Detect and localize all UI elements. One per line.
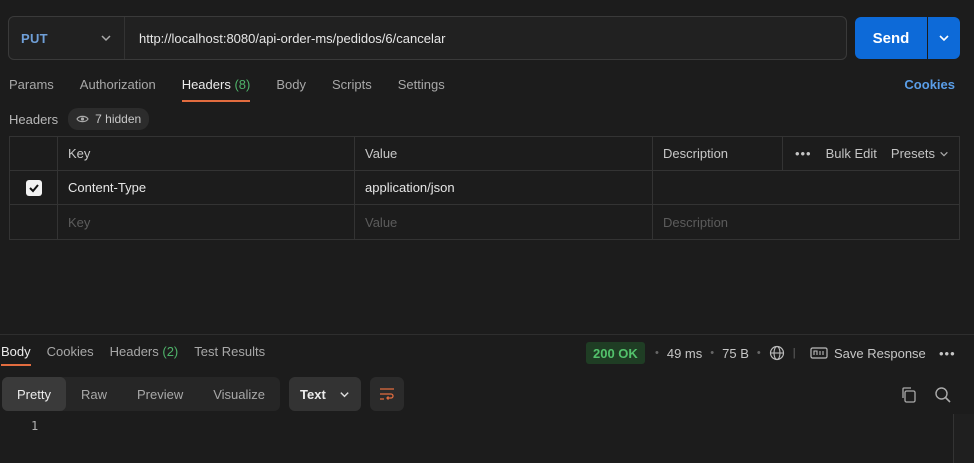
select-column-header	[10, 137, 58, 170]
separator-dot: •	[710, 347, 715, 359]
headers-section-title: Headers	[9, 111, 59, 127]
headers-label-row: Headers 7 hidden	[9, 108, 150, 130]
tab-response-cookies[interactable]: Cookies	[47, 344, 94, 366]
header-description-cell[interactable]	[653, 171, 959, 204]
tab-label: Headers	[181, 77, 231, 92]
new-value-input[interactable]: Value	[355, 205, 653, 239]
save-response-button[interactable]: Save Response	[810, 342, 926, 364]
request-tabs: Params Authorization Headers (8) Body Sc…	[9, 76, 471, 102]
new-key-input[interactable]: Key	[58, 205, 355, 239]
row-checkbox-cell	[10, 205, 58, 239]
tab-test-results[interactable]: Test Results	[194, 344, 265, 366]
tab-body[interactable]: Body	[276, 76, 306, 102]
response-divider[interactable]	[0, 334, 974, 335]
separator-dot: •	[655, 347, 659, 359]
tab-label: Body	[1, 344, 31, 359]
tab-label: Scripts	[331, 77, 372, 92]
chevron-down-icon	[340, 391, 349, 397]
line-number: 1	[31, 419, 39, 433]
wrap-lines-button[interactable]	[370, 377, 405, 411]
view-mode-segmented: Pretty Raw Preview Visualize	[2, 377, 281, 411]
tab-label: Params	[9, 77, 54, 92]
column-header-description: Description	[653, 137, 783, 170]
header-key-cell[interactable]: Content-Type	[58, 171, 355, 204]
url-input[interactable]: http://localhost:8080/api-order-ms/pedid…	[125, 31, 445, 46]
tab-label: Headers	[109, 344, 159, 359]
cookies-link[interactable]: Cookies	[904, 77, 955, 92]
format-label: Text	[300, 386, 326, 402]
headers-table: Key Value Description ••• Bulk Edit Pres…	[9, 136, 960, 240]
globe-icon[interactable]	[769, 345, 785, 361]
table-actions: ••• Bulk Edit Presets	[783, 137, 959, 170]
send-button[interactable]: Send	[855, 17, 927, 59]
presets-dropdown[interactable]: Presets	[891, 146, 949, 161]
tab-settings[interactable]: Settings	[398, 76, 445, 102]
chevron-down-icon	[101, 35, 111, 42]
hidden-headers-toggle[interactable]: 7 hidden	[68, 108, 150, 130]
tab-authorization[interactable]: Authorization	[80, 76, 156, 102]
chevron-down-icon	[940, 151, 948, 157]
new-description-input[interactable]: Description	[653, 205, 959, 239]
tab-label: Test Results	[194, 344, 266, 359]
response-tabs: Body Cookies Headers (2) Test Results	[1, 344, 281, 366]
bulk-edit-button[interactable]: Bulk Edit	[826, 146, 877, 161]
table-row-new: Key Value Description	[10, 205, 959, 239]
tab-count: (8)	[234, 77, 251, 92]
tab-headers[interactable]: Headers (8)	[181, 76, 251, 102]
url-bar: PUT http://localhost:8080/api-order-ms/p…	[8, 16, 847, 60]
mode-preview[interactable]: Preview	[122, 377, 198, 411]
method-select[interactable]: PUT	[9, 17, 125, 59]
eye-icon	[76, 115, 89, 123]
body-toolbar: Pretty Raw Preview Visualize Text	[2, 377, 405, 411]
copy-icon[interactable]	[900, 386, 918, 404]
hidden-count-label: 7 hidden	[95, 112, 142, 126]
response-meta: • 49 ms • 75 B • |	[655, 342, 796, 364]
tab-response-headers[interactable]: Headers (2)	[110, 344, 179, 366]
row-enabled-checkbox[interactable]	[25, 179, 42, 196]
column-header-value: Value	[355, 137, 653, 170]
table-row: Content-Type application/json	[10, 171, 959, 205]
save-response-icon	[810, 347, 828, 359]
wrap-lines-icon	[380, 388, 395, 400]
search-icon[interactable]	[934, 386, 952, 404]
table-header-row: Key Value Description ••• Bulk Edit Pres…	[10, 137, 959, 171]
tab-label: Cookies	[46, 344, 94, 359]
row-checkbox-cell	[10, 171, 58, 204]
tab-scripts[interactable]: Scripts	[332, 76, 372, 102]
tab-label: Settings	[397, 77, 445, 92]
status-badge[interactable]: 200 OK	[586, 342, 645, 364]
save-response-label: Save Response	[834, 345, 926, 361]
header-value-cell[interactable]: application/json	[355, 171, 653, 204]
response-size[interactable]: 75 B	[722, 346, 749, 361]
method-label: PUT	[21, 30, 48, 46]
check-icon	[28, 183, 39, 192]
send-options-button[interactable]	[928, 17, 960, 59]
mode-visualize[interactable]: Visualize	[198, 377, 280, 411]
tab-params[interactable]: Params	[9, 76, 54, 102]
tab-label: Body	[276, 77, 306, 92]
more-options-icon[interactable]: •••	[939, 346, 956, 361]
more-icon[interactable]: •••	[795, 146, 812, 161]
scrollbar[interactable]	[953, 414, 974, 463]
separator-dot: •	[756, 347, 761, 359]
chevron-down-icon	[939, 35, 949, 42]
presets-label: Presets	[890, 146, 935, 161]
mode-raw[interactable]: Raw	[66, 377, 122, 411]
tab-count: (2)	[162, 344, 179, 359]
tab-label: Authorization	[79, 77, 156, 92]
column-header-key: Key	[58, 137, 355, 170]
format-select[interactable]: Text	[289, 377, 362, 411]
mode-pretty[interactable]: Pretty	[2, 377, 66, 411]
separator-dot: |	[792, 347, 796, 359]
response-time[interactable]: 49 ms	[667, 346, 702, 361]
tab-response-body[interactable]: Body	[1, 344, 31, 366]
